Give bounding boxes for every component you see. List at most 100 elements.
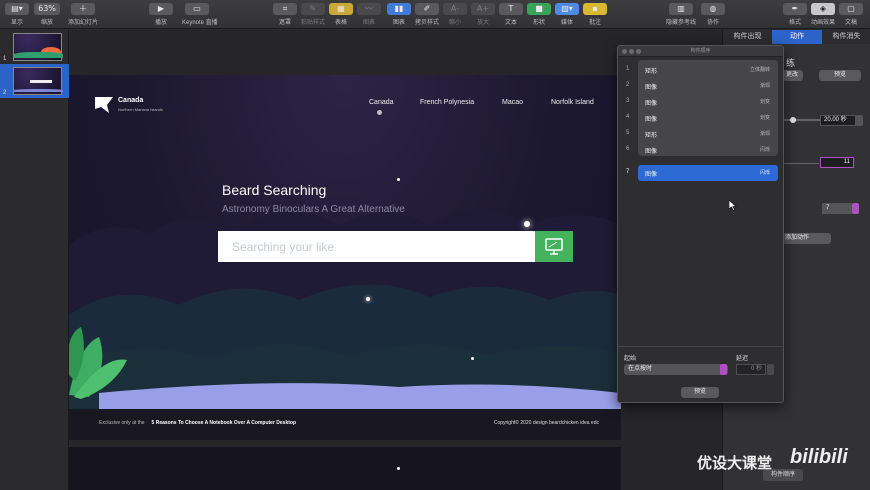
- build-row[interactable]: 5 矩形 渐现: [618, 126, 783, 142]
- build-order-select[interactable]: 7: [822, 203, 852, 214]
- add-action-button[interactable]: 添加动作: [781, 233, 831, 244]
- build-row-object: 矩形: [645, 69, 658, 75]
- minimize-button[interactable]: [629, 49, 634, 54]
- zoom-select[interactable]: 63% 缩放: [32, 3, 62, 27]
- live-icon: ▭: [185, 3, 209, 15]
- tab-build-in[interactable]: 构件出现: [723, 30, 772, 44]
- slide-thumbnail-2[interactable]: 2: [0, 64, 69, 98]
- build-order-stepper[interactable]: [852, 203, 859, 214]
- chart-button-disabled[interactable]: 〰 图表: [354, 3, 384, 27]
- build-row[interactable]: 1 矩形 立体翻转: [618, 62, 783, 78]
- tab-action[interactable]: 动作: [772, 30, 822, 44]
- change-button[interactable]: 更改: [781, 70, 803, 81]
- build-row-object: 图像: [645, 117, 658, 123]
- mask-button[interactable]: ⌗ 遮罩: [270, 3, 300, 27]
- paste-style-icon: ✎: [301, 3, 325, 15]
- search-button[interactable]: [535, 231, 573, 262]
- view-label: 显示: [10, 20, 23, 26]
- search-input[interactable]: Searching your like: [218, 231, 535, 262]
- collaborate-button[interactable]: ◍ 协作: [698, 3, 728, 27]
- footer-link[interactable]: 5 Reasons To Choose A Notebook Over A Co…: [152, 420, 296, 426]
- text-icon: T: [499, 3, 523, 15]
- build-row-number: 4: [626, 114, 630, 120]
- build-row-number: 3: [626, 98, 630, 104]
- build-row[interactable]: 3 图像 划变: [618, 94, 783, 110]
- mask-label: 遮罩: [278, 20, 291, 26]
- document-icon: ▢: [839, 3, 863, 15]
- build-row[interactable]: 2 图像 渐现: [618, 78, 783, 94]
- animate-icon: ◈: [811, 3, 835, 15]
- watermark-text: 优设大课堂: [697, 455, 773, 472]
- slide-thumbnail-1[interactable]: 1: [0, 30, 69, 64]
- table-icon: ▦: [329, 3, 353, 15]
- menu-item-french-polynesia[interactable]: French Polynesia: [420, 99, 474, 106]
- keynote-live-button[interactable]: ▭ Keynote 直播: [182, 3, 218, 27]
- copy-style-icon: ✐: [415, 3, 439, 15]
- zoom-label: 缩放: [40, 20, 53, 26]
- add-slide-button[interactable]: ＋ 添加幻灯片: [68, 3, 98, 27]
- copyright-text: Copyright© 2020 design beardchicken idea…: [493, 420, 599, 426]
- tab-build-out[interactable]: 构件消失: [822, 30, 870, 44]
- zoom-value: 63%: [34, 3, 60, 15]
- chart-button[interactable]: ▮▮ 图表: [384, 3, 414, 27]
- format-button[interactable]: ✒ 格式: [780, 3, 810, 27]
- bilibili-logo: bilibili: [790, 446, 848, 468]
- format-label: 格式: [788, 20, 801, 26]
- brand-subtitle: Northern Mariana Islands: [118, 107, 163, 112]
- slide-number: 1: [3, 56, 7, 62]
- play-icon: ▶: [149, 3, 173, 15]
- divider: [618, 346, 783, 347]
- build-row[interactable]: 6 图像 闪烁: [618, 142, 783, 158]
- grow-text-button[interactable]: A+ 放大: [468, 3, 498, 27]
- slide-thumbnail-image: [13, 33, 63, 61]
- keynote-live-label: Keynote 直播: [182, 20, 218, 26]
- slide[interactable]: Canada Northern Mariana Islands Canada F…: [69, 75, 621, 440]
- build-row-effect: 划变: [759, 99, 770, 105]
- duration-stepper[interactable]: [856, 115, 863, 126]
- close-button[interactable]: [622, 49, 627, 54]
- build-row-selected[interactable]: 7 图像 闪烁: [618, 165, 783, 181]
- brand-name: Canada: [118, 97, 144, 104]
- copy-style-button[interactable]: ✐ 拷贝样式: [412, 3, 442, 27]
- document-button[interactable]: ▢ 文稿: [836, 3, 866, 27]
- zoom-button[interactable]: [636, 49, 641, 54]
- build-row-number: 1: [626, 66, 630, 72]
- animate-label: 动画效果: [810, 20, 835, 26]
- start-select[interactable]: 在点按时: [624, 364, 728, 375]
- build-row[interactable]: 4 图像 划变: [618, 110, 783, 126]
- duration-slider[interactable]: [781, 116, 823, 124]
- play-button[interactable]: ▶ 播放: [146, 3, 176, 27]
- star: [397, 467, 400, 470]
- start-select-chevron-icon[interactable]: [720, 364, 727, 375]
- menu-item-macao[interactable]: Macao: [502, 99, 523, 106]
- paste-style-button[interactable]: ✎ 粘贴样式: [298, 3, 328, 27]
- duration-field[interactable]: 20.00 秒: [820, 115, 856, 126]
- table-button[interactable]: ▦ 表格: [326, 3, 356, 27]
- animate-button[interactable]: ◈ 动画效果: [808, 3, 838, 27]
- media-button[interactable]: ▧▾ 媒体: [552, 3, 582, 27]
- shrink-text-button[interactable]: A- 缩小: [440, 3, 470, 27]
- hide-guides-button[interactable]: ▥ 隐藏参考线: [664, 3, 698, 27]
- effect-title: 练: [786, 58, 796, 68]
- preview-button[interactable]: 预览: [819, 70, 861, 81]
- keynote-window: ▤▾ 显示 63% 缩放 ＋ 添加幻灯片 ▶ 播放 ▭ Keynote 直播 ⌗…: [0, 0, 870, 490]
- start-label: 起始: [624, 356, 637, 362]
- text-button[interactable]: T 文本: [496, 3, 526, 27]
- build-preview-button[interactable]: 预览: [681, 387, 719, 398]
- menu-item-norfolk-island[interactable]: Norfolk Island: [551, 99, 594, 106]
- view-menu-button[interactable]: ▤▾ 显示: [2, 3, 32, 27]
- delay-field[interactable]: 0 秒: [736, 364, 766, 375]
- delay-stepper[interactable]: [767, 364, 774, 375]
- comment-button[interactable]: ▪ 批注: [580, 3, 610, 27]
- collaborate-icon: ◍: [701, 3, 725, 15]
- menu-item-canada[interactable]: Canada: [369, 99, 394, 106]
- repeat-count-field[interactable]: 11: [820, 157, 854, 168]
- shape-label: 形状: [532, 20, 545, 26]
- next-slide-preview[interactable]: [69, 447, 621, 490]
- search-placeholder: Searching your like: [232, 240, 335, 254]
- format-icon: ✒: [783, 3, 807, 15]
- hero-subline: Astronomy Binoculars A Great Alternative: [222, 204, 405, 215]
- toolbar: ▤▾ 显示 63% 缩放 ＋ 添加幻灯片 ▶ 播放 ▭ Keynote 直播 ⌗…: [0, 0, 870, 29]
- media-icon: ▧▾: [555, 3, 579, 15]
- shape-button[interactable]: ■ 形状: [524, 3, 554, 27]
